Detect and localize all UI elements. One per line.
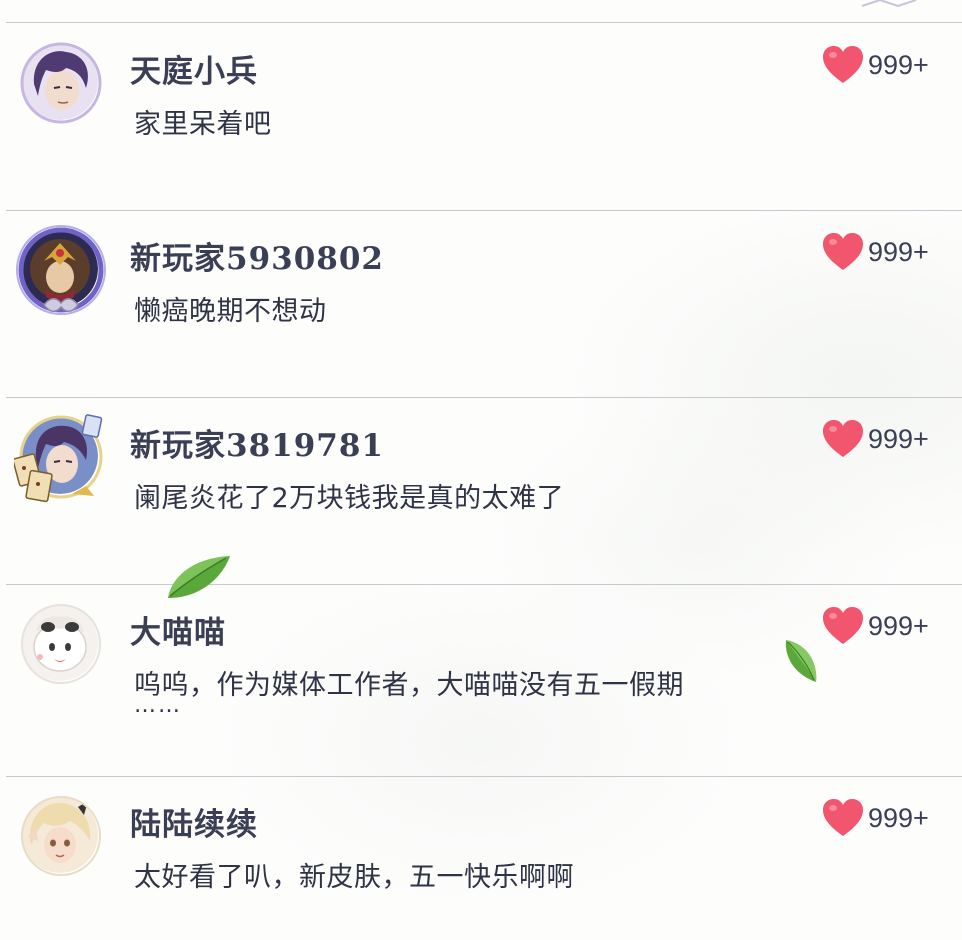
like-count: 999+	[868, 423, 929, 454]
ornate-avatar-frame-icon	[16, 225, 106, 315]
green-leaf-icon	[785, 640, 817, 682]
like-count: 999+	[868, 610, 929, 641]
divider	[6, 22, 962, 23]
comment-text: 家里呆着吧	[134, 109, 272, 140]
avatar-frame-ring-icon	[21, 604, 101, 684]
green-leaf-icon	[168, 556, 230, 598]
like-button[interactable]: 999+	[822, 232, 929, 272]
card-avatar-frame-icon	[14, 414, 103, 503]
like-count: 999+	[868, 802, 929, 833]
comment-text: 懒癌晚期不想动	[134, 296, 327, 327]
comment-item: 陆陆续续 太好看了叭，新皮肤，五一快乐啊啊 999+	[6, 777, 962, 940]
comment-username[interactable]: 陆陆续续	[130, 799, 258, 844]
comment-item: 新玩家5930802 懒癌晚期不想动 999+	[6, 211, 962, 397]
comment-text: 太好看了叭，新皮肤，五一快乐啊啊	[134, 862, 574, 893]
comment-text: 阑尾炎花了2万块钱我是真的太难了	[134, 483, 565, 514]
like-count: 999+	[868, 236, 929, 267]
comment-list: 天庭小兵 家里呆着吧 999+ 新玩家5930802 懒癌晚期不想动 999+ …	[0, 0, 962, 940]
comment-username[interactable]: 新玩家5930802	[130, 233, 384, 278]
avatar-frame-ring-icon	[20, 42, 102, 124]
like-button[interactable]: 999+	[822, 606, 929, 646]
comment-item: 天庭小兵 家里呆着吧 999+	[6, 24, 962, 210]
like-button[interactable]: 999+	[822, 419, 929, 459]
faded-decoration-icon	[861, 0, 917, 8]
comment-username[interactable]: 大喵喵	[130, 607, 226, 652]
comment-text: 呜呜，作为媒体工作者，大喵喵没有五一假期	[134, 670, 684, 701]
comment-item: 新玩家3819781 阑尾炎花了2万块钱我是真的太难了 999+	[6, 398, 962, 584]
heart-icon	[823, 420, 863, 457]
comment-username[interactable]: 新玩家3819781	[130, 420, 384, 465]
heart-icon	[823, 233, 863, 270]
heart-icon	[823, 46, 863, 83]
heart-icon	[823, 607, 863, 644]
comment-username[interactable]: 天庭小兵	[130, 46, 258, 91]
avatar-frame-ring-icon	[21, 796, 101, 876]
comment-text-continued: ……	[134, 693, 182, 718]
like-button[interactable]: 999+	[822, 798, 929, 838]
like-button[interactable]: 999+	[822, 45, 929, 85]
heart-icon	[823, 799, 863, 836]
like-count: 999+	[868, 49, 929, 80]
